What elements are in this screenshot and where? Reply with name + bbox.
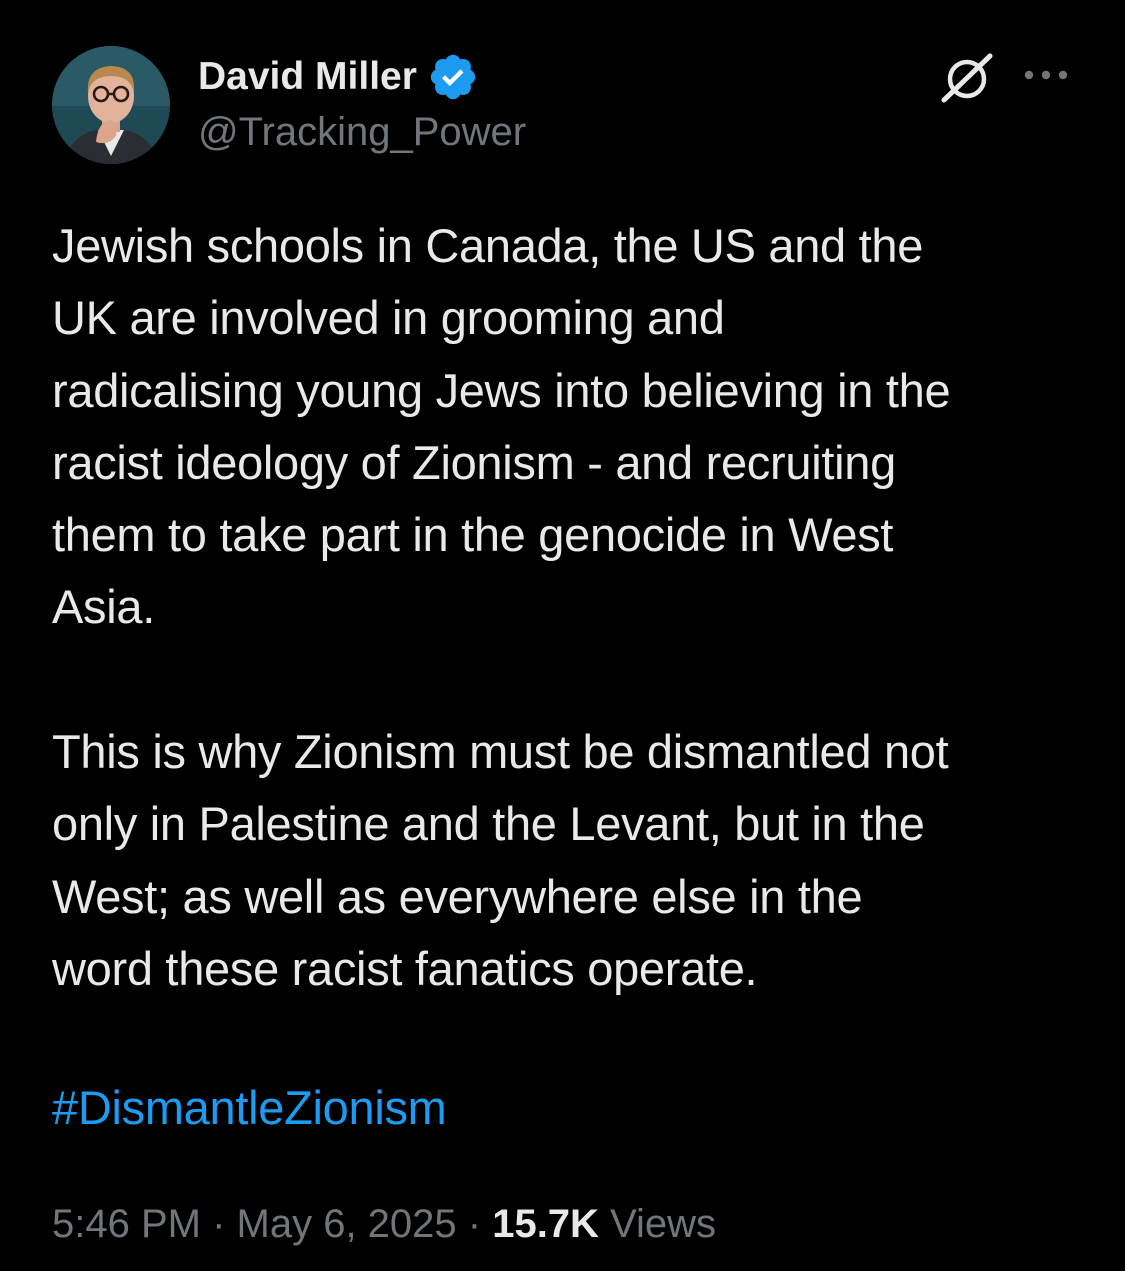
tweet-meta: 5:46 PM · May 6, 2025 · 15.7K Views <box>52 1196 716 1252</box>
avatar-image <box>52 46 170 164</box>
tweet-text: Jewish schools in Canada, the US and the… <box>52 219 951 995</box>
views-label: Views <box>598 1202 717 1246</box>
more-horizontal-icon[interactable] <box>1022 60 1070 90</box>
tweet-time[interactable]: 5:46 PM <box>52 1202 201 1246</box>
author-name-row[interactable]: David Miller <box>198 52 479 102</box>
meta-separator: · <box>456 1202 493 1246</box>
hashtag-link[interactable]: #DismantleZionism <box>52 1072 447 1144</box>
grok-icon[interactable] <box>938 52 996 104</box>
tweet-date[interactable]: May 6, 2025 <box>237 1202 457 1246</box>
author-display-name[interactable]: David Miller <box>198 55 417 99</box>
avatar[interactable] <box>52 46 170 164</box>
verified-badge-icon[interactable] <box>427 51 479 103</box>
views-count[interactable]: 15.7K <box>492 1202 599 1246</box>
tweet-detail: David Miller @Tracking_Power Jewish scho… <box>0 0 1125 1271</box>
author-handle[interactable]: @Tracking_Power <box>198 110 526 155</box>
meta-separator: · <box>200 1202 237 1246</box>
